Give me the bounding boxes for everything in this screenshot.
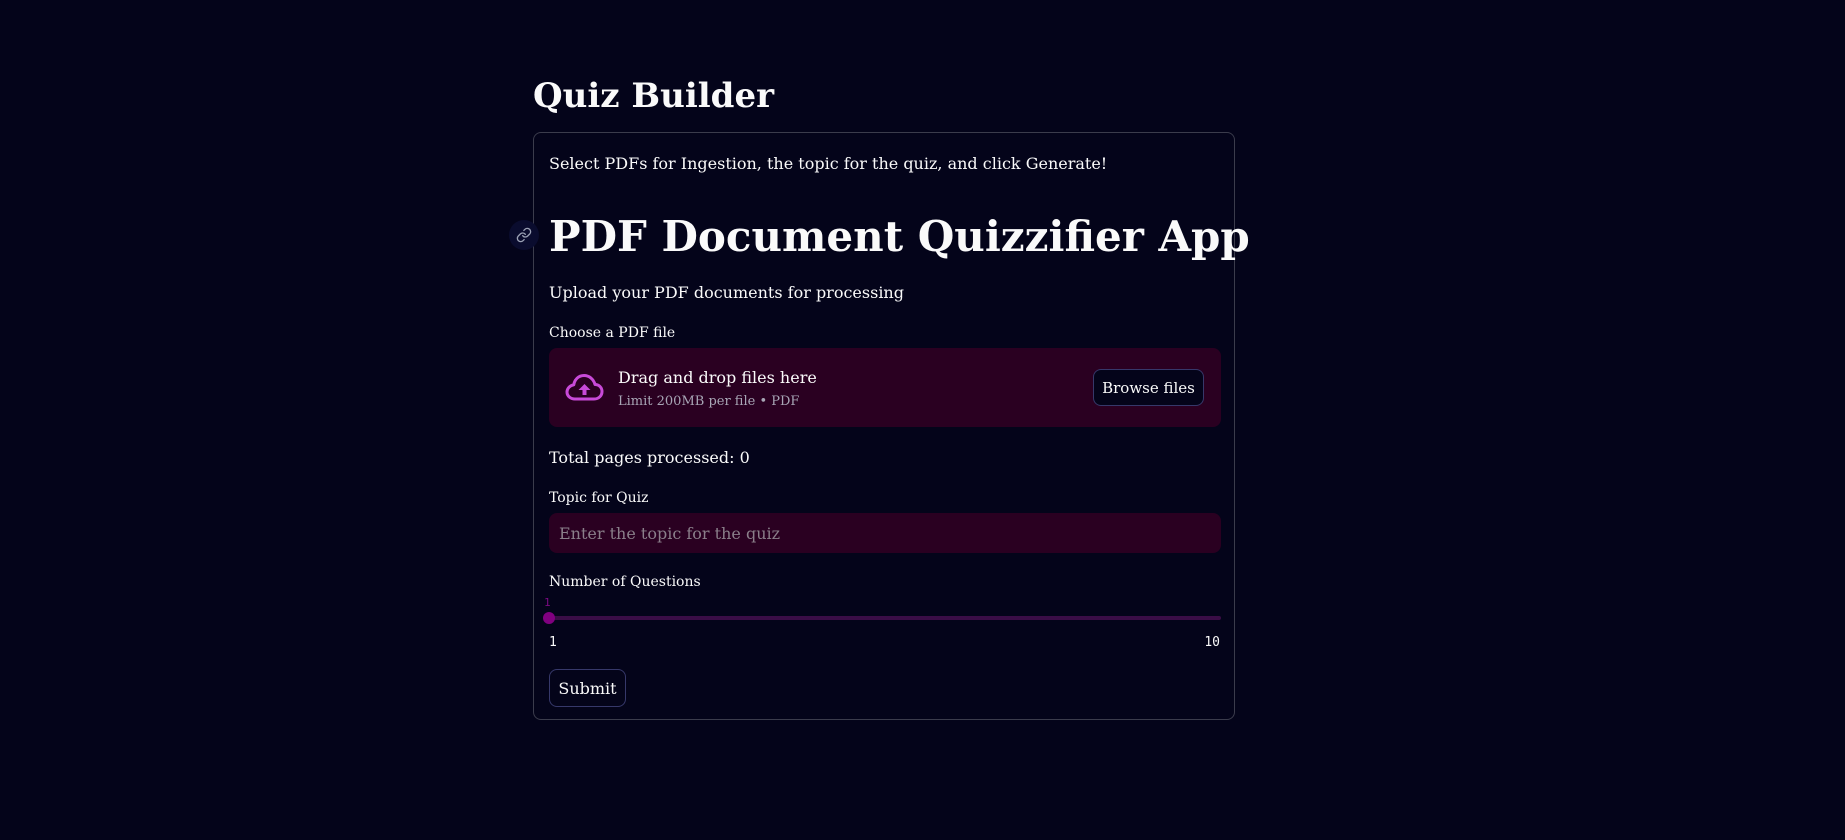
file-dropzone[interactable]: Drag and drop files here Limit 200MB per… [549, 348, 1221, 427]
cloud-upload-icon [565, 374, 604, 401]
slider-current-value: 1 [544, 596, 551, 609]
pages-processed-text: Total pages processed: 0 [549, 448, 750, 467]
slider-min-label: 1 [549, 635, 557, 650]
file-uploader-label: Choose a PDF file [549, 325, 676, 341]
heading-anchor-link[interactable] [509, 220, 539, 250]
page-title: Quiz Builder [533, 76, 775, 116]
topic-input[interactable] [549, 513, 1221, 553]
quiz-form: Select PDFs for Ingestion, the topic for… [509, 132, 1250, 720]
submit-button[interactable]: Submit [549, 669, 626, 707]
questions-slider-thumb[interactable] [543, 612, 555, 624]
dropzone-title: Drag and drop files here [618, 368, 817, 387]
questions-slider-track[interactable] [549, 616, 1221, 620]
questions-label: Number of Questions [549, 574, 701, 590]
upload-instructions: Upload your PDF documents for processing [549, 283, 904, 302]
link-icon [516, 227, 532, 243]
slider-max-label: 10 [1204, 635, 1220, 650]
browse-files-button[interactable]: Browse files [1093, 369, 1204, 406]
app-heading: PDF Document Quizzifier App [549, 212, 1250, 261]
topic-label: Topic for Quiz [549, 490, 649, 506]
form-intro-text: Select PDFs for Ingestion, the topic for… [549, 154, 1108, 173]
dropzone-limit-text: Limit 200MB per file • PDF [618, 394, 800, 409]
